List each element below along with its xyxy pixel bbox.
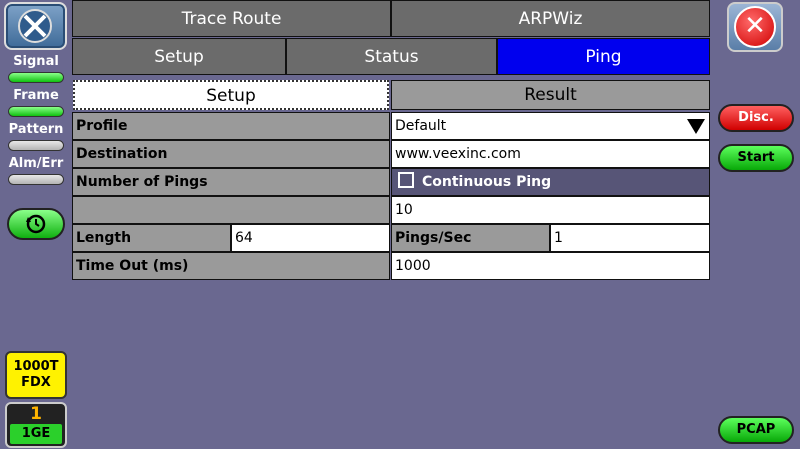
tab-trace-route[interactable]: Trace Route bbox=[72, 0, 391, 37]
almerr-led[interactable] bbox=[8, 174, 64, 185]
start-button[interactable]: Start bbox=[718, 144, 794, 172]
profile-label: Profile bbox=[72, 112, 390, 140]
dropdown-arrow-icon bbox=[687, 119, 705, 134]
pattern-label: Pattern bbox=[0, 122, 72, 137]
number-of-pings-label: Number of Pings bbox=[72, 168, 390, 196]
number-of-pings-input[interactable]: 10 bbox=[391, 196, 710, 224]
port-mode-line2: FDX bbox=[21, 375, 51, 390]
pings-per-sec-input[interactable]: 1 bbox=[550, 224, 710, 252]
close-button[interactable]: ✕ bbox=[727, 2, 783, 52]
pings-per-sec-label: Pings/Sec bbox=[391, 224, 550, 252]
length-input[interactable]: 64 bbox=[231, 224, 390, 252]
tab-arpwiz[interactable]: ARPWiz bbox=[391, 0, 710, 37]
destination-label: Destination bbox=[72, 140, 390, 168]
history-icon bbox=[26, 214, 46, 234]
tab-setup[interactable]: Setup bbox=[72, 38, 286, 75]
history-button[interactable] bbox=[7, 208, 65, 240]
subtab-setup[interactable]: Setup bbox=[73, 80, 389, 110]
pcap-button[interactable]: PCAP bbox=[718, 416, 794, 444]
frame-label: Frame bbox=[0, 88, 72, 103]
port-number: 1 bbox=[30, 404, 42, 424]
tab-status[interactable]: Status bbox=[286, 38, 497, 75]
tab-ping[interactable]: Ping bbox=[497, 38, 710, 75]
timeout-label: Time Out (ms) bbox=[72, 252, 390, 280]
timeout-input[interactable]: 1000 bbox=[391, 252, 710, 280]
destination-input[interactable]: www.veexinc.com bbox=[391, 140, 710, 168]
close-icon: ✕ bbox=[734, 6, 776, 48]
right-sidebar bbox=[710, 0, 800, 449]
port-status-badge[interactable]: 1000T FDX bbox=[5, 351, 67, 399]
tools-home-button[interactable] bbox=[4, 2, 67, 50]
port-mode-line1: 1000T bbox=[13, 359, 59, 374]
signal-led[interactable] bbox=[8, 72, 64, 83]
length-label: Length bbox=[72, 224, 231, 252]
continuous-ping-checkbox[interactable]: Continuous Ping bbox=[391, 168, 710, 196]
pings-blank-label bbox=[72, 196, 390, 224]
tools-icon bbox=[18, 9, 52, 43]
disconnect-button[interactable]: Disc. bbox=[718, 104, 794, 132]
frame-led[interactable] bbox=[8, 106, 64, 117]
port-speed: 1GE bbox=[10, 424, 62, 444]
signal-label: Signal bbox=[0, 54, 72, 69]
pattern-led[interactable] bbox=[8, 140, 64, 151]
checkbox-icon bbox=[398, 172, 414, 188]
continuous-ping-label: Continuous Ping bbox=[422, 174, 552, 190]
profile-dropdown[interactable]: Default bbox=[391, 112, 710, 140]
port-selector[interactable]: 1 1GE bbox=[5, 402, 67, 448]
almerr-label: Alm/Err bbox=[0, 156, 72, 171]
subtab-result[interactable]: Result bbox=[391, 80, 710, 110]
profile-value: Default bbox=[395, 118, 447, 134]
